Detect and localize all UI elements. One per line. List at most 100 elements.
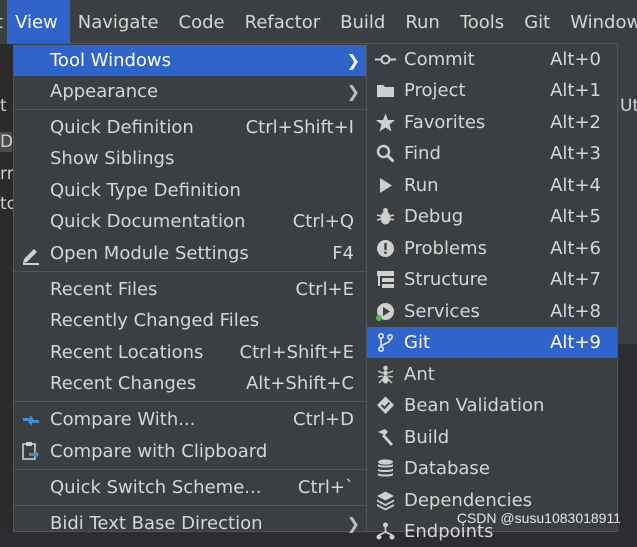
menu-item-label: Commit — [404, 49, 475, 70]
menu-item-shortcut: Ctrl+D — [293, 409, 354, 430]
menu-item-quick-documentation[interactable]: Quick Documentation Ctrl+Q — [14, 206, 366, 237]
tool-windows-submenu: Commit Alt+0 Project Alt+1 Favorites Alt… — [366, 43, 618, 542]
menu-window[interactable]: Window — [562, 0, 637, 44]
menu-item-label: Run — [404, 175, 439, 196]
menu-item-label: Bidi Text Base Direction — [50, 513, 263, 534]
menu-file-fragment[interactable]: t — [0, 0, 7, 44]
menu-separator — [14, 401, 366, 402]
menu-item-label: Recent Files — [50, 279, 158, 300]
menu-item-shortcut: Ctrl+Shift+I — [245, 117, 354, 138]
chevron-right-icon: ❯ — [346, 514, 360, 533]
git-branch-icon — [377, 332, 394, 353]
tool-window-debug[interactable]: Debug Alt+5 — [367, 201, 617, 232]
view-menu: Tool Windows ❯ Appearance ❯ Quick Defini… — [13, 43, 367, 534]
menu-refactor[interactable]: Refactor — [237, 0, 333, 44]
menu-item-label: Build — [404, 427, 450, 448]
menu-item-quick-switch-scheme[interactable]: Quick Switch Scheme... Ctrl+` — [14, 472, 366, 503]
menu-item-show-siblings[interactable]: Show Siblings — [14, 143, 366, 174]
compare-icon — [23, 415, 39, 426]
menu-item-label: Tool Windows — [50, 50, 172, 71]
menu-build[interactable]: Build — [332, 0, 397, 44]
tool-window-database[interactable]: Database — [367, 453, 617, 484]
tool-window-commit[interactable]: Commit Alt+0 — [367, 44, 617, 75]
menu-item-recently-changed-files[interactable]: Recently Changed Files — [14, 305, 366, 336]
menu-item-bidi-text-base-direction[interactable]: Bidi Text Base Direction ❯ — [14, 508, 366, 539]
menu-item-label: Compare with Clipboard — [50, 441, 268, 462]
menu-item-label: Database — [404, 458, 490, 479]
bg-text-fragment: Ut — [620, 96, 637, 116]
menu-item-shortcut: Alt+8 — [550, 301, 601, 322]
menu-item-shortcut: Alt+3 — [550, 143, 601, 164]
watermark: CSDN @susu1083018911 — [456, 510, 621, 526]
menu-item-label: Problems — [404, 238, 487, 259]
menu-item-appearance[interactable]: Appearance ❯ — [14, 76, 366, 107]
bg-text-fragment: t — [0, 96, 7, 116]
menu-code[interactable]: Code — [171, 0, 237, 44]
menu-item-compare-with[interactable]: Compare With... Ctrl+D — [14, 404, 366, 435]
menu-item-shortcut: F4 — [332, 243, 354, 264]
menu-item-label: Ant — [404, 364, 435, 385]
menu-item-recent-changes[interactable]: Recent Changes Alt+Shift+C — [14, 368, 366, 399]
bg-text-fragment: rr — [0, 164, 14, 184]
menu-item-label: Show Siblings — [50, 148, 175, 169]
menu-item-label: Appearance — [50, 81, 159, 102]
star-icon — [376, 113, 395, 132]
menu-item-shortcut: Alt+4 — [550, 175, 601, 196]
menu-item-shortcut: Ctrl+` — [297, 477, 354, 498]
menu-item-label: Quick Documentation — [50, 211, 246, 232]
tool-window-bean-validation[interactable]: Bean Validation — [367, 390, 617, 421]
menu-item-label: Find — [404, 143, 441, 164]
tool-window-favorites[interactable]: Favorites Alt+2 — [367, 107, 617, 138]
tool-window-ant[interactable]: Ant — [367, 359, 617, 390]
tool-window-structure[interactable]: Structure Alt+7 — [367, 264, 617, 295]
menu-item-quick-type-definition[interactable]: Quick Type Definition — [14, 175, 366, 206]
menu-item-label: Bean Validation — [404, 395, 545, 416]
warning-icon — [377, 240, 394, 257]
structure-icon — [377, 271, 394, 288]
menu-run[interactable]: Run — [397, 0, 452, 44]
menu-item-label: Dependencies — [404, 490, 533, 511]
menu-item-compare-with-clipboard[interactable]: Compare with Clipboard — [14, 436, 366, 467]
menu-item-label: Git — [404, 332, 431, 353]
dependencies-icon — [377, 491, 394, 511]
pencil-icon — [23, 249, 39, 265]
editor-background-right: Ut — [618, 44, 637, 344]
menu-item-quick-definition[interactable]: Quick Definition Ctrl+Shift+I — [14, 112, 366, 143]
tool-window-project[interactable]: Project Alt+1 — [367, 75, 617, 106]
search-icon — [376, 144, 395, 163]
menu-item-label: Services — [404, 301, 480, 322]
menu-item-label: Quick Switch Scheme... — [50, 477, 262, 498]
menu-item-shortcut: Ctrl+E — [295, 279, 354, 300]
menu-git[interactable]: Git — [516, 0, 562, 44]
menu-item-shortcut: Alt+0 — [550, 49, 601, 70]
menu-navigate[interactable]: Navigate — [70, 0, 171, 44]
tool-window-git[interactable]: Git Alt+9 — [367, 327, 617, 358]
menu-item-shortcut: Alt+2 — [550, 112, 601, 133]
menu-item-label: Recently Changed Files — [50, 310, 260, 331]
database-icon — [378, 459, 393, 477]
ant-icon — [377, 365, 394, 384]
editor-background: t D rr to — [0, 44, 17, 532]
play-icon — [380, 178, 392, 193]
chevron-right-icon: ❯ — [346, 51, 360, 70]
bean-validation-icon — [377, 396, 394, 414]
menu-item-recent-locations[interactable]: Recent Locations Ctrl+Shift+E — [14, 337, 366, 368]
menu-tools[interactable]: Tools — [452, 0, 516, 44]
menu-item-open-module-settings[interactable]: Open Module Settings F4 — [14, 238, 366, 269]
menu-item-recent-files[interactable]: Recent Files Ctrl+E — [14, 274, 366, 305]
tool-window-services[interactable]: Services Alt+8 — [367, 296, 617, 327]
menu-item-shortcut: Alt+Shift+C — [245, 373, 354, 394]
tool-window-build[interactable]: Build — [367, 422, 617, 453]
clipboard-compare-icon — [22, 442, 39, 460]
menu-separator — [14, 469, 366, 470]
menu-item-shortcut: Alt+5 — [550, 206, 601, 227]
menu-item-label: Compare With... — [50, 409, 196, 430]
tool-window-find[interactable]: Find Alt+3 — [367, 138, 617, 169]
menu-item-shortcut: Ctrl+Shift+E — [239, 342, 354, 363]
tool-window-problems[interactable]: Problems Alt+6 — [367, 233, 617, 264]
tool-window-run[interactable]: Run Alt+4 — [367, 170, 617, 201]
menu-item-shortcut: Ctrl+Q — [292, 211, 354, 232]
menu-view[interactable]: View — [7, 0, 70, 44]
menu-item-tool-windows[interactable]: Tool Windows ❯ — [14, 45, 366, 76]
chevron-right-icon: ❯ — [346, 82, 360, 101]
